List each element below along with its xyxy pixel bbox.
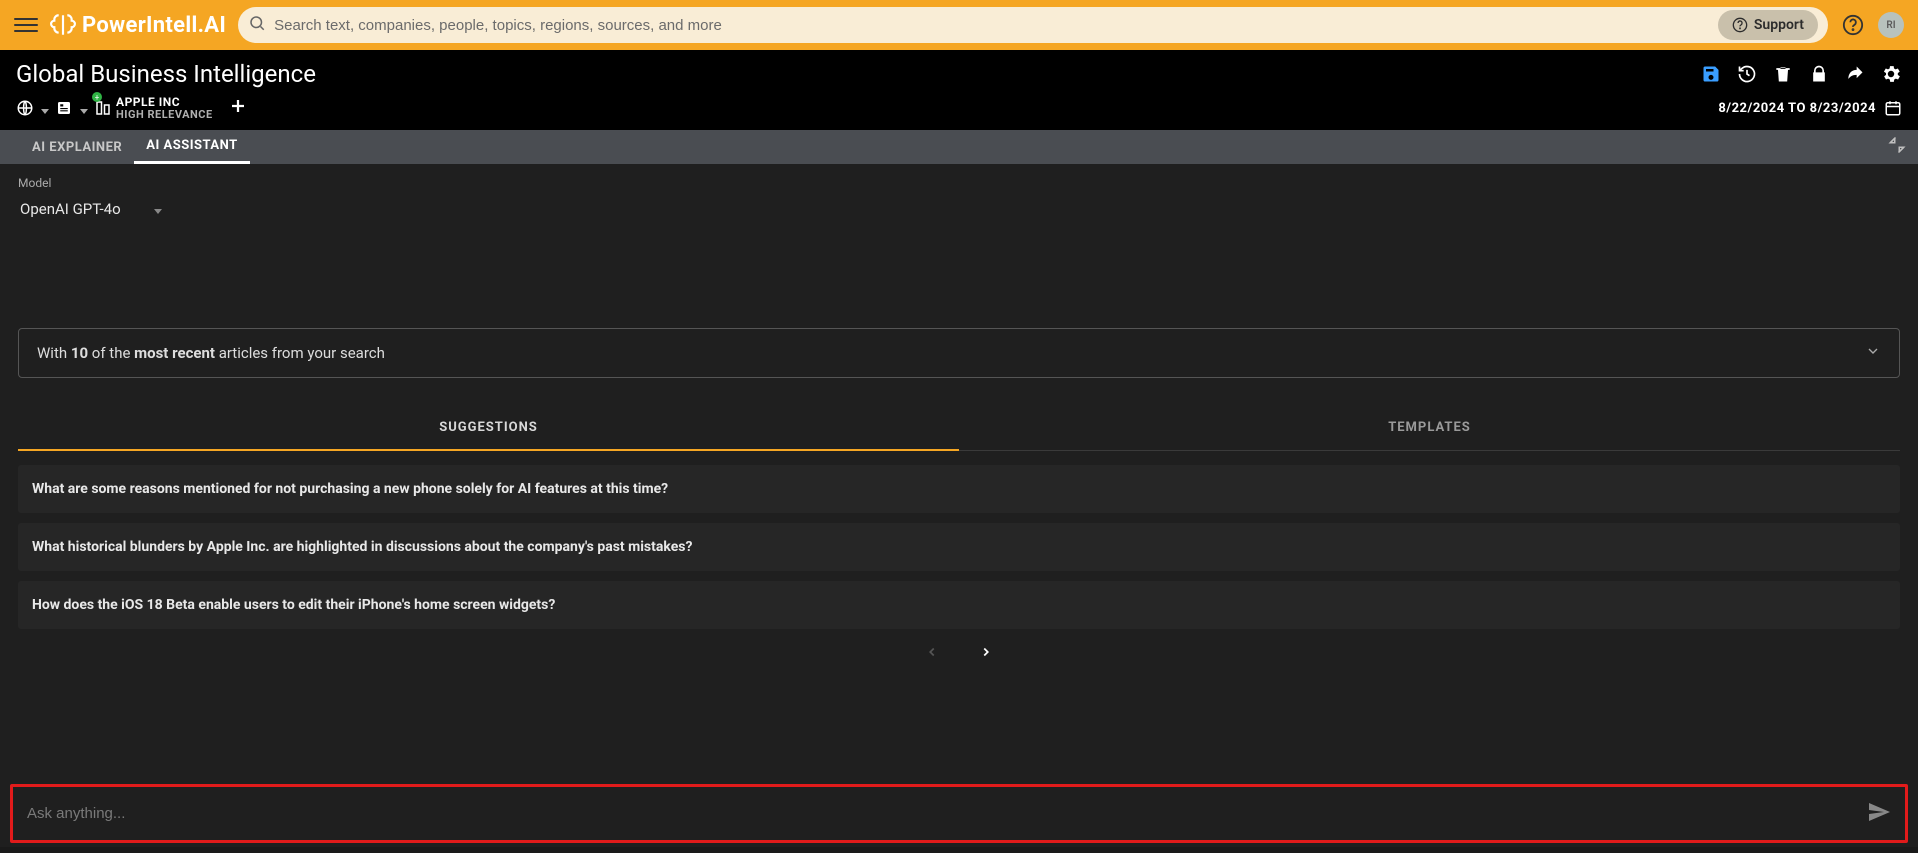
help-icon[interactable] — [1840, 12, 1866, 38]
model-selector[interactable]: Model OpenAI GPT-4o — [18, 176, 1900, 228]
tab-ai-explainer[interactable]: AI EXPLAINER — [20, 130, 134, 164]
settings-icon[interactable] — [1880, 63, 1902, 85]
context-text: With 10 of the most recent articles from… — [37, 344, 385, 362]
brand-brain-icon — [50, 12, 76, 38]
company-chip[interactable]: + APPLE INC HIGH RELEVANCE — [94, 96, 213, 120]
date-range-text: 8/22/2024 TO 8/23/2024 — [1718, 101, 1876, 116]
add-filter-button[interactable] — [229, 97, 247, 119]
plus-badge-icon: + — [92, 92, 102, 102]
scope-globe-chip[interactable] — [16, 99, 49, 118]
chevron-down-icon — [77, 99, 88, 118]
pager-next-icon[interactable] — [979, 643, 993, 664]
model-value: OpenAI GPT-4o — [20, 200, 121, 218]
suggestion-pager — [18, 643, 1900, 664]
top-bar: PowerIntell.AI Support RI — [0, 0, 1918, 50]
company-relevance: HIGH RELEVANCE — [116, 109, 213, 121]
assistant-subtabs: SUGGESTIONS TEMPLATES — [18, 406, 1900, 451]
company-name: APPLE INC — [116, 96, 213, 109]
ai-tabs: AI EXPLAINER AI ASSISTANT — [0, 130, 1918, 164]
ask-input[interactable] — [27, 795, 1857, 832]
save-icon[interactable] — [1700, 63, 1722, 85]
ask-input-highlight — [10, 784, 1908, 843]
company-tag: APPLE INC HIGH RELEVANCE — [116, 96, 213, 120]
collapse-icon[interactable] — [1888, 136, 1906, 158]
avatar[interactable]: RI — [1878, 12, 1904, 38]
menu-icon[interactable] — [14, 13, 38, 37]
search-input[interactable] — [274, 17, 1710, 34]
global-search[interactable]: Support — [238, 7, 1828, 43]
support-label: Support — [1754, 17, 1804, 33]
subtab-suggestions[interactable]: SUGGESTIONS — [18, 406, 959, 451]
pager-prev-icon — [925, 643, 939, 664]
chevron-down-icon — [38, 99, 49, 118]
support-button[interactable]: Support — [1718, 10, 1818, 40]
subtab-templates[interactable]: TEMPLATES — [959, 406, 1900, 451]
delete-icon[interactable] — [1772, 63, 1794, 85]
calendar-icon — [1884, 99, 1902, 117]
tab-ai-assistant[interactable]: AI ASSISTANT — [134, 130, 249, 164]
send-icon[interactable] — [1867, 800, 1891, 828]
source-chip[interactable] — [55, 99, 88, 118]
assistant-panel: Model OpenAI GPT-4o With 10 of the most … — [0, 164, 1918, 847]
share-icon[interactable] — [1844, 63, 1866, 85]
suggestion-item[interactable]: What historical blunders by Apple Inc. a… — [18, 523, 1900, 571]
brand-logo[interactable]: PowerIntell.AI — [50, 12, 226, 38]
avatar-initials: RI — [1886, 20, 1895, 31]
suggestion-item[interactable]: What are some reasons mentioned for not … — [18, 465, 1900, 513]
page-title: Global Business Intelligence — [16, 60, 316, 88]
page-header: Global Business Intelligence + — [0, 50, 1918, 130]
filter-chips: + APPLE INC HIGH RELEVANCE — [16, 96, 247, 120]
brand-text: PowerIntell.AI — [82, 13, 226, 38]
date-range[interactable]: 8/22/2024 TO 8/23/2024 — [1718, 99, 1902, 117]
chevron-down-icon — [151, 200, 162, 218]
history-icon[interactable] — [1736, 63, 1758, 85]
lock-icon[interactable] — [1808, 63, 1830, 85]
chevron-down-icon — [1865, 343, 1881, 363]
header-actions — [1700, 63, 1902, 85]
context-summary[interactable]: With 10 of the most recent articles from… — [18, 328, 1900, 378]
suggestion-item[interactable]: How does the iOS 18 Beta enable users to… — [18, 581, 1900, 629]
search-icon — [248, 14, 266, 36]
model-label: Model — [18, 176, 1900, 190]
suggestion-list: What are some reasons mentioned for not … — [18, 465, 1900, 629]
